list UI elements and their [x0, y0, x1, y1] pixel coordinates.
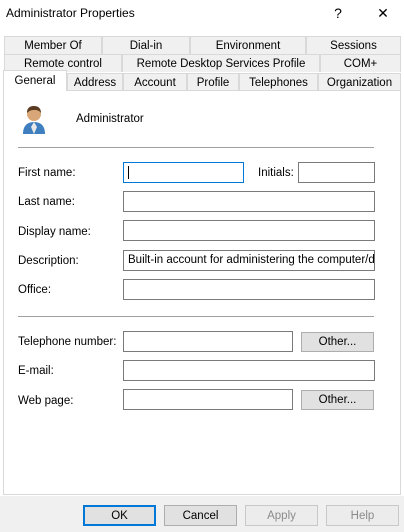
cancel-button[interactable]: Cancel [164, 505, 237, 526]
tab-telephones[interactable]: Telephones [239, 73, 318, 91]
display-name-label: Display name: [18, 226, 91, 238]
user-icon [23, 106, 45, 134]
first-name-input[interactable] [123, 162, 244, 183]
tab-remote-desktop-services-profile[interactable]: Remote Desktop Services Profile [122, 54, 320, 72]
user-name: Administrator [76, 113, 144, 125]
tab-profile[interactable]: Profile [187, 73, 239, 91]
tab-com-plus[interactable]: COM+ [320, 54, 401, 72]
help-icon[interactable]: ? [322, 0, 354, 26]
tab-sessions[interactable]: Sessions [306, 36, 401, 54]
tab-environment[interactable]: Environment [190, 36, 306, 54]
help-button[interactable]: Help [326, 505, 399, 526]
tab-general[interactable]: General [3, 70, 67, 91]
text-caret [128, 166, 129, 179]
email-input[interactable] [123, 360, 375, 381]
office-input[interactable] [123, 279, 375, 300]
web-page-other-button[interactable]: Other... [301, 390, 374, 410]
last-name-input[interactable] [123, 191, 375, 212]
telephone-input[interactable] [123, 331, 293, 352]
office-label: Office: [18, 284, 52, 296]
close-icon[interactable]: ✕ [367, 0, 399, 26]
separator [18, 147, 374, 148]
tab-dial-in[interactable]: Dial-in [102, 36, 190, 54]
tab-organization[interactable]: Organization [318, 73, 401, 91]
last-name-label: Last name: [18, 196, 75, 208]
display-name-input[interactable] [123, 220, 375, 241]
email-label: E-mail: [18, 365, 54, 377]
web-page-label: Web page: [18, 395, 74, 407]
ok-button[interactable]: OK [83, 505, 156, 526]
tab-member-of[interactable]: Member Of [4, 36, 102, 54]
window-title: Administrator Properties [6, 6, 135, 20]
initials-label: Initials: [258, 167, 294, 179]
tab-address[interactable]: Address [67, 73, 123, 91]
first-name-label: First name: [18, 167, 76, 179]
telephone-other-button[interactable]: Other... [301, 332, 374, 352]
separator [18, 316, 374, 317]
tab-account[interactable]: Account [123, 73, 187, 91]
title-bar: Administrator Properties ? ✕ [0, 0, 404, 30]
description-label: Description: [18, 255, 79, 267]
telephone-label: Telephone number: [18, 336, 117, 348]
initials-input[interactable] [298, 162, 375, 183]
description-input[interactable]: Built-in account for administering the c… [123, 250, 375, 271]
apply-button[interactable]: Apply [245, 505, 318, 526]
web-page-input[interactable] [123, 389, 293, 410]
